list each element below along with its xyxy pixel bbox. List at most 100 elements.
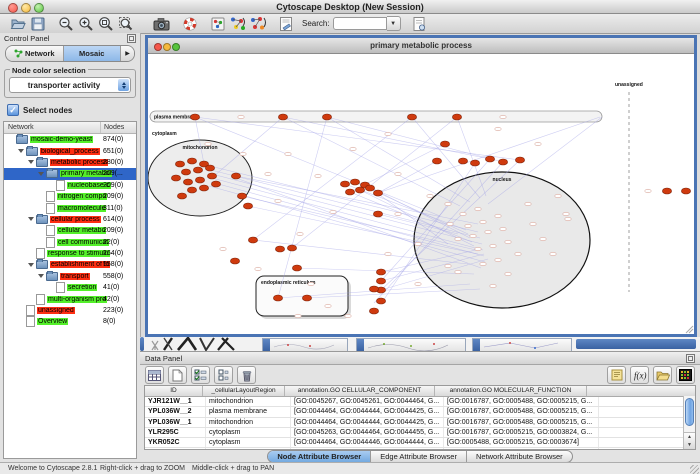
window-titlebar[interactable]: Cytoscape Desktop (New Session) <box>0 0 700 14</box>
attribute-table-icon[interactable] <box>145 366 164 384</box>
background-frame-titlebar[interactable] <box>576 339 696 349</box>
expand-arrow-icon[interactable] <box>18 149 24 153</box>
tab-mosaic[interactable]: Mosaic <box>64 46 122 61</box>
function-builder-icon[interactable]: f(x) <box>630 366 649 384</box>
expand-arrow-icon[interactable] <box>28 263 34 267</box>
column-header[interactable]: annotation.GO CELLULAR_COMPONENT <box>285 386 435 396</box>
network-frame-titlebar[interactable]: primary metabolic process <box>148 38 694 54</box>
unselect-attributes-icon[interactable] <box>214 366 233 384</box>
search-config-icon[interactable] <box>409 15 429 33</box>
control-panel: Control Panel Network Mosaic ▶ Node colo… <box>0 33 141 462</box>
tree-row[interactable]: biological_process651(0) <box>4 145 136 156</box>
background-frame[interactable] <box>262 338 348 351</box>
table-cell: [GO:0044464, GO:0044446, GO:0044444, G..… <box>291 438 444 447</box>
tree-row-node-count: 874(0) <box>103 136 123 143</box>
table-row[interactable]: YPL036W__2plasma membrane[GO:0044464, GO… <box>145 407 695 417</box>
network-canvas[interactable]: plasma membranecytoplasmmitochondrionnuc… <box>148 54 694 334</box>
zoom-fit-icon[interactable] <box>96 15 116 33</box>
select-nodes-checkbox[interactable]: ✓ <box>7 104 19 116</box>
zoom-out-icon[interactable] <box>56 15 76 33</box>
tree-row-node-count: 651(0) <box>103 148 123 155</box>
tree-row[interactable]: mosaic-demo-yeast874(0) <box>4 134 136 145</box>
tree-row[interactable]: unassigned223(0) <box>4 305 136 316</box>
network-tree: Network Nodes mosaic-demo-yeast874(0)bio… <box>3 121 137 459</box>
column-header[interactable]: annotation.GO MOLECULAR_FUNCTION <box>435 386 587 396</box>
save-session-icon[interactable] <box>28 15 48 33</box>
tree-row[interactable]: secretion41(0) <box>4 282 136 293</box>
tree-row[interactable]: nitrogen compo209(0) <box>4 191 136 202</box>
expand-arrow-icon[interactable] <box>38 172 44 176</box>
table-row[interactable]: YJR121W__1mitochondrion[GO:0045267, GO:0… <box>145 397 695 407</box>
tree-row-label: Overview <box>37 318 68 325</box>
help-icon[interactable] <box>180 15 200 33</box>
float-panel-icon[interactable] <box>127 34 136 43</box>
file-icon <box>56 180 65 191</box>
tree-row[interactable]: cell communicat22(0) <box>4 237 136 248</box>
column-header[interactable]: ID <box>145 386 203 396</box>
scrollbar-thumb[interactable] <box>685 398 694 426</box>
column-header[interactable]: _cellularLayoutRegion <box>203 386 285 396</box>
tab-overflow-arrow[interactable]: ▶ <box>121 46 134 61</box>
attribute-matrix-icon[interactable] <box>676 366 695 384</box>
delete-attribute-icon[interactable] <box>237 366 256 384</box>
tree-row[interactable]: establishment of lo558(0) <box>4 259 136 270</box>
attribute-browser-tab[interactable]: Edge Attribute Browser <box>371 451 467 462</box>
select-nodes-label: Select nodes <box>23 106 72 115</box>
tree-row[interactable]: macromolecule311(0) <box>4 202 136 213</box>
search-input[interactable] <box>333 17 387 30</box>
scroll-up-icon[interactable]: ▲ <box>687 434 692 440</box>
tree-row[interactable]: primary metabol209(... <box>4 168 136 179</box>
tree-row-node-count: 209(0) <box>103 182 123 189</box>
open-file-icon[interactable] <box>8 15 28 33</box>
search-label: Search: <box>302 19 330 28</box>
attribute-browser-tab[interactable]: Node Attribute Browser <box>268 451 371 462</box>
tree-row[interactable]: transport558(0) <box>4 271 136 282</box>
tree-row[interactable]: nucleobase-c209(0) <box>4 180 136 191</box>
table-row[interactable]: YPL036W__1mitochondrion[GO:0044464, GO:0… <box>145 418 695 428</box>
float-data-panel-icon[interactable] <box>686 354 695 363</box>
attribute-table-header[interactable]: ID_cellularLayoutRegionannotation.GO CEL… <box>145 386 695 397</box>
resize-grip[interactable] <box>690 465 699 474</box>
scroll-down-icon[interactable]: ▼ <box>687 442 692 448</box>
table-row[interactable]: YKR052Ccytoplasm[GO:0044464, GO:0044446,… <box>145 438 695 448</box>
canvas-resize-grip[interactable] <box>686 326 693 333</box>
tree-header[interactable]: Network Nodes <box>4 122 136 134</box>
search-dropdown-button[interactable]: ▼ <box>387 16 401 31</box>
tree-row[interactable]: multi-organism pro42(0) <box>4 293 136 304</box>
background-frame[interactable] <box>356 338 466 351</box>
expand-arrow-icon[interactable] <box>28 217 34 221</box>
zoom-in-icon[interactable] <box>76 15 96 33</box>
table-vertical-scrollbar[interactable]: ▲▼ <box>683 396 695 449</box>
import-attributes-icon[interactable] <box>653 366 672 384</box>
tree-row[interactable]: metabolic process280(0) <box>4 157 136 168</box>
graphics-details-icon[interactable] <box>208 15 228 33</box>
expand-arrow-icon[interactable] <box>28 160 34 164</box>
tree-row[interactable]: response to stimulu264(0) <box>4 248 136 259</box>
table-row[interactable]: YDR039C__1mitochondrion[GO:0044464, GO:0… <box>145 448 695 450</box>
new-attribute-icon[interactable] <box>168 366 187 384</box>
table-row[interactable]: YLR295Ccytoplasm[GO:0045263, GO:0044464,… <box>145 428 695 438</box>
tree-row[interactable]: cellular process614(0) <box>4 214 136 225</box>
expand-arrow-icon[interactable] <box>38 274 44 278</box>
status-bar: Welcome to Cytoscape 2.8.1Right-click + … <box>0 462 700 474</box>
no-arrow <box>28 299 34 300</box>
table-cell: YKR052C <box>145 438 206 447</box>
scrollbar-buttons[interactable]: ▲▼ <box>684 432 695 449</box>
tree-row[interactable]: Overview8(0) <box>4 316 136 327</box>
tree-row-label: secretion <box>67 284 97 291</box>
apply-layout-icon[interactable] <box>228 15 248 33</box>
network-graph[interactable]: plasma membranecytoplasmmitochondrionnuc… <box>148 54 694 334</box>
node-color-dropdown[interactable]: transporter activity <box>9 77 131 93</box>
tab-network-label: Network <box>25 49 55 58</box>
attribute-browser-tab[interactable]: Network Attribute Browser <box>467 451 572 462</box>
zoom-selected-region-icon[interactable] <box>116 15 136 33</box>
tree-row[interactable]: cellular metabo209(0) <box>4 225 136 236</box>
annotation-icon[interactable] <box>276 15 296 33</box>
export-snapshot-icon[interactable] <box>152 15 172 33</box>
apply-vizmap-icon[interactable] <box>248 15 268 33</box>
tab-network[interactable]: Network <box>6 46 64 61</box>
background-frame[interactable] <box>472 338 572 351</box>
select-attributes-icon[interactable] <box>191 366 210 384</box>
folder-icon <box>36 158 48 167</box>
annotation-notes-icon[interactable] <box>607 366 626 384</box>
